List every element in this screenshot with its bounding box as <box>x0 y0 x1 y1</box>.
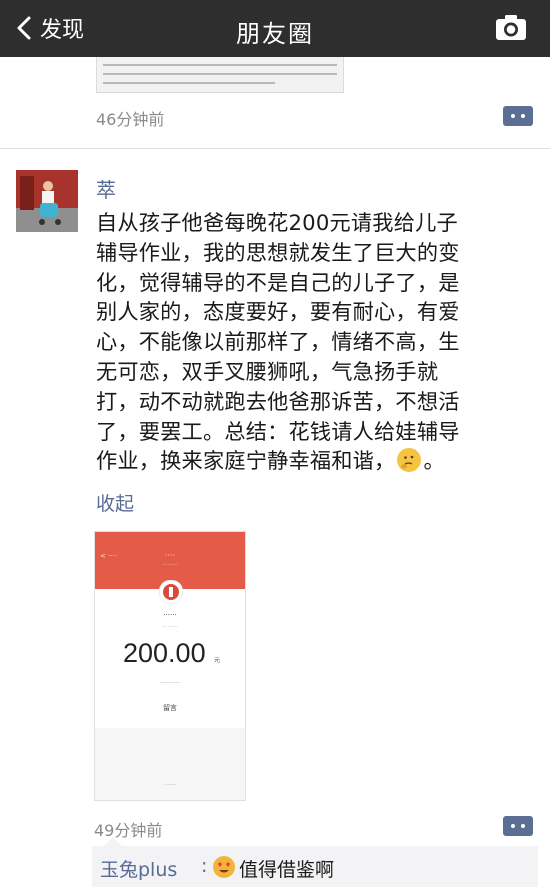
post-author[interactable]: 萃 <box>96 174 116 203</box>
comments-pointer <box>104 837 122 846</box>
packet-footer <box>95 728 245 800</box>
packet-unit: 元 <box>214 657 221 664</box>
post-text: 自从孩子他爸每晚花200元请我给儿子 辅导作业，我的思想就发生了巨大的变 化，觉… <box>96 208 532 476</box>
packet-note: ········· <box>162 624 178 630</box>
comments-box: 玉兔plus : 值得借鉴啊 <box>92 846 538 887</box>
sender-avatar <box>159 580 183 604</box>
previous-post-image[interactable] <box>96 57 344 93</box>
post-body-end: 。 <box>423 448 445 474</box>
navbar: 发现 朋友圈 <box>0 0 550 57</box>
comment-author[interactable]: 玉兔plus <box>100 855 177 882</box>
sender-name: ······ <box>163 611 177 619</box>
previous-post-time: 46分钟前 <box>96 110 165 129</box>
comment-text: 值得借鉴啊 <box>239 859 335 881</box>
shot-title: ···· <box>164 551 176 560</box>
comment-icon[interactable] <box>503 816 533 836</box>
packet-amount: 200.00 <box>123 638 206 668</box>
back-label: 发现 <box>40 18 85 43</box>
packet-tip: ············ <box>159 680 181 686</box>
chevron-left-icon <box>17 16 31 40</box>
packet-record-link: ······· <box>163 782 177 788</box>
packet-reply: 留言 <box>163 704 177 712</box>
comment-separator: : <box>201 855 208 877</box>
post-image[interactable]: < ···· ···· ········· ······ ········· 2… <box>94 531 246 801</box>
post-body: 自从孩子他爸每晚花200元请我给儿子 辅导作业，我的思想就发生了巨大的变 化，觉… <box>96 210 460 474</box>
camera-icon[interactable] <box>494 12 528 42</box>
avatar-photo <box>16 170 78 232</box>
post-divider <box>0 148 550 149</box>
back-button[interactable]: 发现 <box>12 8 84 48</box>
heart-eyes-emoji-icon <box>213 856 235 878</box>
thinking-emoji-icon <box>397 448 422 473</box>
collapse-link[interactable]: 收起 <box>96 489 134 516</box>
avatar[interactable] <box>16 170 78 232</box>
shot-subtitle: ········· <box>162 562 178 568</box>
comment-icon[interactable] <box>503 106 533 126</box>
